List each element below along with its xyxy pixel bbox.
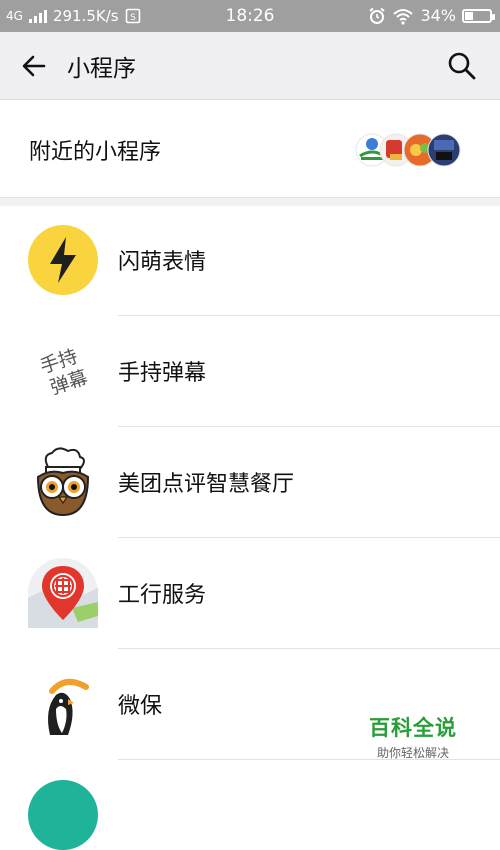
list-item-label: 手持弹幕 <box>118 361 207 386</box>
app-header: 小程序 <box>0 32 500 100</box>
list-item-label: 工行服务 <box>118 583 207 608</box>
battery-percent: 34% <box>420 6 456 25</box>
wifi-icon <box>393 8 414 25</box>
nearby-thumb-4 <box>427 133 461 167</box>
list-item[interactable]: 美团点评智慧餐厅 <box>0 427 500 538</box>
nearby-label: 附近的小程序 <box>29 140 162 165</box>
list-item[interactable]: 工行服务 <box>0 538 500 649</box>
list-item-label: 微保 <box>118 694 163 719</box>
nearby-thumbnails <box>355 133 461 167</box>
watermark: 百科全说 助你轻松解决 <box>348 712 478 762</box>
list-item[interactable]: 手持 弹幕 手持弹幕 <box>0 316 500 427</box>
watermark-title: 百科全说 <box>369 716 457 740</box>
watermark-subtitle: 助你轻松解决 <box>376 746 449 760</box>
lightning-bolt-icon <box>28 225 98 295</box>
icbc-pin-icon <box>28 558 98 628</box>
chef-owl-icon <box>36 447 90 517</box>
penguin-umbrella-icon <box>28 669 98 739</box>
list-item-label: 美团点评智慧餐厅 <box>118 472 295 497</box>
list-item-label: 闪萌表情 <box>118 250 207 275</box>
teal-app-icon <box>28 780 98 850</box>
nearby-mini-programs-entry[interactable]: 附近的小程序 <box>0 100 500 197</box>
handheld-danmu-icon: 手持 弹幕 <box>28 336 98 406</box>
status-bar: 4G 291.5K/s S 18:26 34% <box>0 0 500 32</box>
list-item[interactable]: 闪萌表情 <box>0 205 500 316</box>
search-icon[interactable] <box>446 50 478 82</box>
alarm-icon <box>369 7 386 24</box>
page-title: 小程序 <box>67 56 136 82</box>
list-item[interactable] <box>0 760 500 850</box>
battery-icon <box>462 8 495 23</box>
back-arrow-icon[interactable] <box>18 50 50 82</box>
